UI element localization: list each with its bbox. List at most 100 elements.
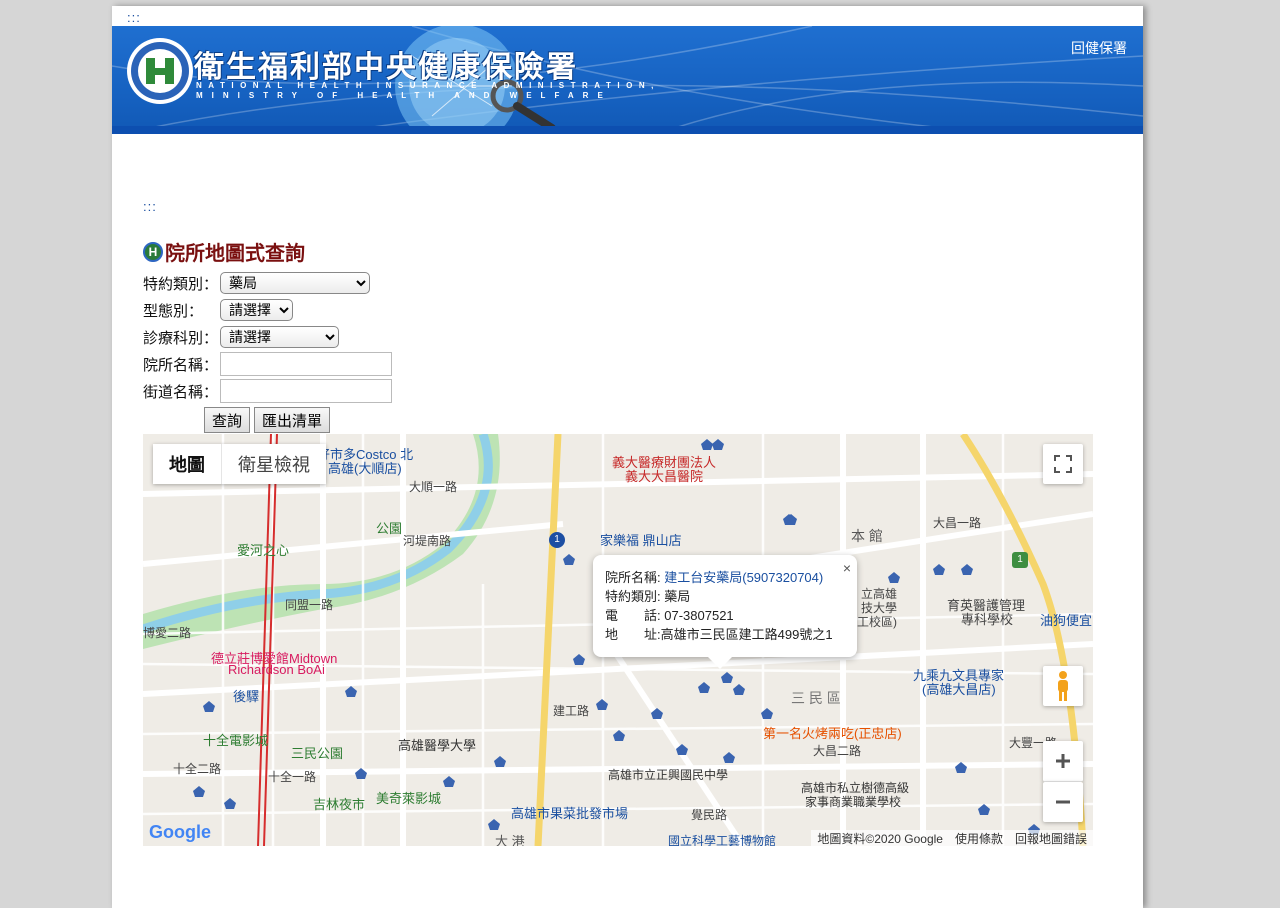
map-label-yuying2: 專科學校 <box>961 612 1014 627</box>
map-label-youguo: 油狗便宜 <box>1040 613 1093 628</box>
map-type-control: 地圖 衛星檢視 <box>153 444 326 484</box>
map-label-kuas3: 工校區) <box>857 615 897 629</box>
pharmacy-marker-icon[interactable] <box>955 762 967 773</box>
pharmacy-marker-icon[interactable] <box>761 708 773 719</box>
info-address-row: 地 址:高雄市三民區建工路499號之1 <box>605 625 845 644</box>
top-accesskey[interactable]: ::: <box>127 10 141 25</box>
google-logo[interactable]: Google <box>149 822 211 843</box>
type-label: 型態別： <box>143 302 204 320</box>
banner-stripe-white <box>112 134 1143 151</box>
map-label-kmu: 高雄醫學大學 <box>398 738 477 753</box>
pharmacy-marker-icon[interactable] <box>613 730 625 741</box>
pharmacy-marker-icon[interactable] <box>224 798 236 809</box>
pharmacy-marker-icon[interactable] <box>933 564 945 575</box>
info-phone-value: 07-3807521 <box>664 608 734 623</box>
map-label-boai: 博愛二路 <box>143 626 192 640</box>
content-accesskey[interactable]: ::: <box>143 199 157 214</box>
map-label-fruit-market: 高雄市果菜批發市場 <box>511 806 629 821</box>
pharmacy-marker-icon[interactable] <box>888 572 900 583</box>
pharmacy-marker-icon[interactable] <box>494 756 506 767</box>
nhi-logo-icon: H <box>143 241 163 262</box>
google-logo-text: Google <box>149 822 211 842</box>
map-label-shiquan-cinema: 十全電影城 <box>203 733 269 748</box>
map-label-dachang2: 大昌二路 <box>813 744 862 758</box>
pharmacy-marker-icon[interactable] <box>355 768 367 779</box>
pegman-icon <box>1058 671 1068 701</box>
map-label-shude2: 家事商業職業學校 <box>805 795 902 809</box>
route-badge-2: 1 <box>1012 552 1028 568</box>
info-address-label: 地 址 <box>605 627 658 642</box>
map-label-aihe: 愛河之心 <box>237 543 290 558</box>
street-input[interactable] <box>220 379 392 403</box>
pharmacy-marker-icon[interactable] <box>193 786 205 797</box>
pharmacy-marker-icon[interactable] <box>721 672 733 683</box>
section-header: H 院所地圖式查詢 <box>143 237 305 266</box>
info-category-label: 特約類別: <box>605 589 661 604</box>
street-view-pegman[interactable] <box>1043 666 1083 706</box>
zoom-out-button[interactable] <box>1043 782 1083 822</box>
banner-stripe-dark <box>112 126 1143 134</box>
map-label-dagang: 大 港 <box>495 834 525 846</box>
pharmacy-marker-icon[interactable] <box>488 819 500 830</box>
fullscreen-icon <box>1054 455 1072 473</box>
map-label-dashun: 大順一路 <box>409 480 458 494</box>
page-title: 院所地圖式查詢 <box>165 243 305 265</box>
info-phone-row: 電 話: 07-3807521 <box>605 606 845 625</box>
map-label-yida2: 義大大昌醫院 <box>625 469 704 484</box>
pharmacy-marker-icon[interactable] <box>961 564 973 575</box>
pharmacy-marker-icon[interactable] <box>712 439 724 450</box>
pharmacy-marker-icon[interactable] <box>733 684 745 695</box>
dept-select[interactable]: 請選擇 <box>220 326 339 348</box>
map-label-shiquan1: 十全一路 <box>268 770 317 784</box>
pharmacy-marker-icon[interactable] <box>978 804 990 815</box>
pharmacy-marker-icon[interactable] <box>676 744 688 755</box>
map-label-jueming: 覺民路 <box>691 808 728 822</box>
pharmacy-marker-icon[interactable] <box>698 682 710 693</box>
minus-icon <box>1056 800 1070 804</box>
fullscreen-button[interactable] <box>1043 444 1083 484</box>
pharmacy-marker-icon[interactable] <box>723 752 735 763</box>
map-label-midtown2: Richardson BoAi <box>228 662 325 677</box>
button-row: 查詢 匯出清單 <box>204 407 331 433</box>
type-select[interactable]: 請選擇 <box>220 299 293 321</box>
map-label-carrefour: 家樂福 鼎山店 <box>600 533 682 548</box>
google-map[interactable]: 好市多Costco 北 高雄(大順店) 大順一路 河堤南路 公園 愛河之心 義大… <box>143 434 1093 846</box>
maptype-satellite-button[interactable]: 衛星檢視 <box>221 444 326 484</box>
map-label-zhengxing: 高雄市立正興國民中學 <box>608 768 729 782</box>
pharmacy-marker-icon[interactable] <box>596 699 608 710</box>
map-label-park: 公園 <box>376 521 403 536</box>
pharmacy-marker-icon[interactable] <box>783 514 795 525</box>
info-category-value: 藥局 <box>664 589 691 604</box>
map-label-costco2: 高雄(大順店) <box>328 461 402 476</box>
info-name-row: 院所名稱: 建工台安藥局(5907320704) <box>605 568 845 587</box>
name-label: 院所名稱： <box>143 356 219 374</box>
type-row: 型態別： 請選擇 <box>143 299 293 321</box>
category-row: 特約類別： 藥局 <box>143 272 370 294</box>
name-input[interactable] <box>220 352 392 376</box>
plus-icon <box>1056 754 1070 768</box>
info-name-link[interactable]: 建工台安藥局(5907320704) <box>664 570 823 585</box>
pharmacy-marker-icon[interactable] <box>573 654 585 665</box>
pharmacy-marker-icon[interactable] <box>345 686 357 697</box>
zoom-in-button[interactable] <box>1043 741 1083 782</box>
terms-link[interactable]: 使用條款 <box>955 830 1003 847</box>
home-link[interactable]: 回健保署 <box>1071 38 1127 58</box>
pharmacy-marker-icon[interactable] <box>651 708 663 719</box>
route-badge: 1 <box>549 532 565 548</box>
agency-title-en-line2: MINISTRY OF HEALTH AND WELFARE <box>196 91 612 100</box>
search-button[interactable]: 查詢 <box>204 407 251 433</box>
close-icon[interactable]: × <box>843 559 851 578</box>
report-error-link[interactable]: 回報地圖錯誤 <box>1015 830 1087 847</box>
category-select[interactable]: 藥局 <box>220 272 370 294</box>
map-footer: 地圖資料©2020 Google 使用條款 回報地圖錯誤 <box>811 830 1093 846</box>
map-label-bbq: 第一名火烤兩吃(正忠店) <box>763 726 902 741</box>
pharmacy-marker-icon[interactable] <box>563 554 575 565</box>
map-label-jiangong: 建工路 <box>553 704 590 718</box>
pharmacy-marker-icon[interactable] <box>203 701 215 712</box>
pharmacy-marker-icon[interactable] <box>443 776 455 787</box>
site-banner: 衛生福利部中央健康保險署 NATIONAL HEALTH INSURANCE A… <box>112 26 1143 151</box>
maptype-map-button[interactable]: 地圖 <box>153 444 221 484</box>
category-label: 特約類別： <box>143 275 219 293</box>
map-label-museum: 國立科學工藝博物館 <box>668 834 777 846</box>
export-button[interactable]: 匯出清單 <box>254 407 331 433</box>
